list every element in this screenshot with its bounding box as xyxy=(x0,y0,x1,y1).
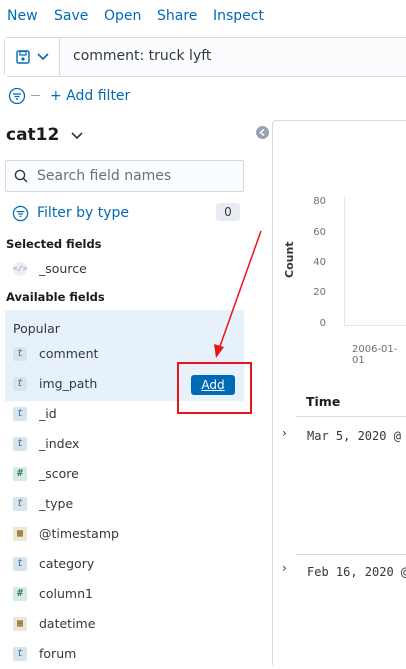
field-item-type[interactable]: t _type xyxy=(5,491,244,519)
inspect-menu-item[interactable]: Inspect xyxy=(213,8,264,24)
chart-y-axis-line xyxy=(344,196,345,326)
query-input[interactable]: comment: truck lyft xyxy=(73,48,211,64)
string-type-icon: t xyxy=(13,377,27,391)
field-name: _id xyxy=(39,406,57,421)
y-tick-label: 40 xyxy=(313,257,326,268)
field-item-column1[interactable]: # column1 xyxy=(5,581,244,609)
time-column-header[interactable]: Time xyxy=(306,394,340,409)
index-pattern-selector[interactable]: cat12 xyxy=(6,125,83,145)
number-type-icon: # xyxy=(13,587,27,601)
field-name: forum xyxy=(39,646,77,661)
field-name: img_path xyxy=(39,376,98,391)
field-item-category[interactable]: t category xyxy=(5,551,244,579)
chevron-down-icon xyxy=(71,132,83,140)
save-menu-item[interactable]: Save xyxy=(54,8,88,24)
string-type-icon: t xyxy=(13,497,27,511)
available-fields-heading: Available fields xyxy=(6,290,105,304)
field-search-placeholder: Search field names xyxy=(37,168,172,184)
string-type-icon: t xyxy=(13,647,27,661)
field-name: @timestamp xyxy=(39,526,119,541)
annotation-arrow xyxy=(214,230,262,358)
result-row-time: Mar 5, 2020 @ xyxy=(307,429,401,443)
source-icon: </> xyxy=(13,262,27,276)
selected-fields-heading: Selected fields xyxy=(6,237,102,251)
y-tick-label: 0 xyxy=(319,318,326,329)
table-header-divider xyxy=(296,416,406,417)
filter-options-icon[interactable] xyxy=(8,87,26,105)
open-menu-item[interactable]: Open xyxy=(104,8,141,24)
field-name: datetime xyxy=(39,616,96,631)
add-filter-link[interactable]: + Add filter xyxy=(50,88,130,104)
filter-icon xyxy=(12,205,29,222)
y-axis-title: Count xyxy=(283,241,296,278)
popular-heading: Popular xyxy=(13,321,60,336)
row-divider xyxy=(296,554,406,555)
chart-x-axis-line xyxy=(344,325,406,326)
number-type-icon: # xyxy=(13,467,27,481)
top-nav-menu: New Save Open Share Inspect xyxy=(0,0,406,32)
save-icon xyxy=(16,50,30,64)
field-search-input[interactable]: Search field names xyxy=(5,160,244,192)
filter-by-type-label: Filter by type xyxy=(37,205,130,221)
chevron-right-icon[interactable]: › xyxy=(282,561,287,575)
new-menu-item[interactable]: New xyxy=(7,8,38,24)
field-item-timestamp[interactable]: ▦ @timestamp xyxy=(5,521,244,549)
y-tick-label: 20 xyxy=(313,287,326,298)
collapse-sidebar-button[interactable] xyxy=(256,126,269,139)
search-icon xyxy=(14,169,28,183)
string-type-icon: t xyxy=(13,347,27,361)
field-name: _index xyxy=(39,436,80,451)
chevron-right-icon[interactable]: › xyxy=(282,426,287,440)
field-name: _score xyxy=(39,466,79,481)
date-type-icon: ▦ xyxy=(13,527,27,541)
chevron-down-icon xyxy=(37,53,49,61)
filter-separator xyxy=(31,95,40,96)
string-type-icon: t xyxy=(13,407,27,421)
y-tick-label: 60 xyxy=(313,227,326,238)
field-name: comment xyxy=(39,346,99,361)
field-item-datetime[interactable]: ▦ datetime xyxy=(5,611,244,639)
filter-count-badge: 0 xyxy=(216,203,240,221)
field-name: _source xyxy=(39,261,87,276)
chevron-left-icon xyxy=(259,129,265,136)
field-item-forum[interactable]: t forum xyxy=(5,641,244,669)
results-panel xyxy=(272,120,406,665)
index-pattern-name: cat12 xyxy=(6,125,60,145)
filter-row: + Add filter xyxy=(8,86,308,106)
x-tick-label: 2006-01-01 xyxy=(352,344,398,366)
field-name: category xyxy=(39,556,95,571)
annotation-highlight-box xyxy=(177,362,252,414)
query-bar: comment: truck lyft xyxy=(4,37,406,77)
field-name: column1 xyxy=(39,586,93,601)
date-type-icon: ▦ xyxy=(13,617,27,631)
field-name: _type xyxy=(39,496,74,511)
result-row-time: Feb 16, 2020 @ xyxy=(307,565,406,579)
string-type-icon: t xyxy=(13,437,27,451)
share-menu-item[interactable]: Share xyxy=(157,8,197,24)
saved-query-button[interactable] xyxy=(5,38,60,76)
field-item-score[interactable]: # _score xyxy=(5,461,244,489)
field-item-index[interactable]: t _index xyxy=(5,431,244,459)
string-type-icon: t xyxy=(13,557,27,571)
y-tick-label: 80 xyxy=(313,196,326,207)
